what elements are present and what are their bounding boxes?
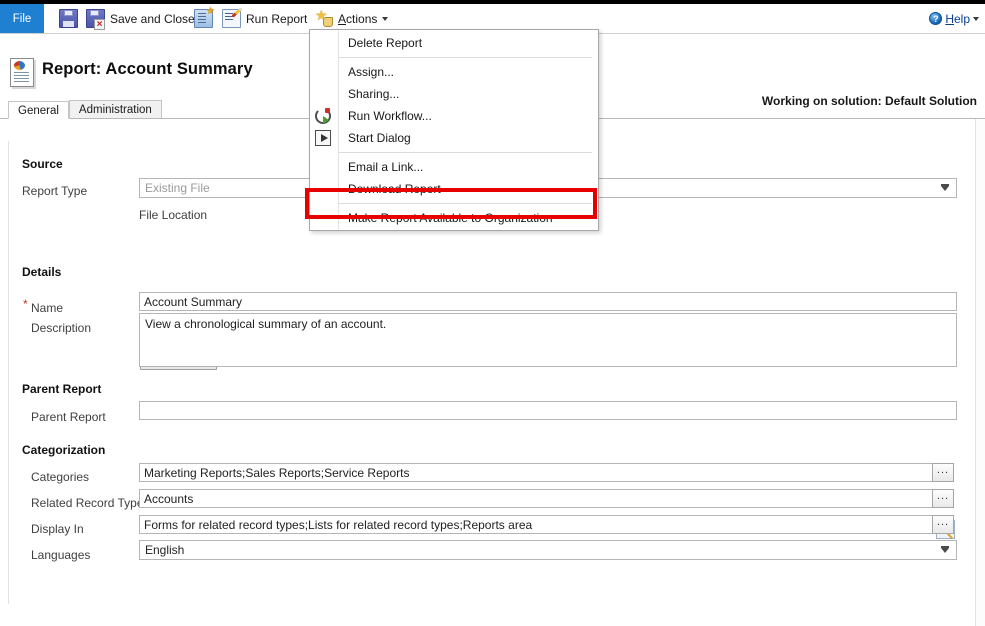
menu-item-delete-report[interactable]: Delete Report bbox=[310, 32, 598, 54]
menu-separator bbox=[338, 152, 592, 153]
actions-dropdown-menu[interactable]: Delete Report Assign... Sharing... Run W… bbox=[309, 29, 599, 231]
run-report-icon bbox=[222, 9, 241, 28]
section-header-source: Source bbox=[22, 157, 63, 171]
run-report-label: Run Report bbox=[246, 12, 307, 26]
section-header-details: Details bbox=[22, 265, 61, 279]
dialog-icon bbox=[315, 130, 331, 146]
name-label: Name bbox=[31, 301, 63, 315]
help-label: Help bbox=[945, 12, 970, 26]
actions-icon bbox=[316, 10, 333, 27]
name-input[interactable] bbox=[139, 292, 957, 311]
description-label: Description bbox=[31, 321, 91, 335]
save-and-close-icon bbox=[86, 9, 105, 28]
menu-item-label: Sharing... bbox=[348, 87, 399, 101]
menu-item-label: Make Report Available to Organization bbox=[348, 211, 553, 225]
section-header-parent-report: Parent Report bbox=[22, 382, 101, 396]
menu-item-assign[interactable]: Assign... bbox=[310, 61, 598, 83]
menu-item-label: Delete Report bbox=[348, 36, 422, 50]
report-type-dropdown-arrow-icon bbox=[941, 186, 949, 191]
report-icon bbox=[10, 58, 34, 87]
related-record-types-ellipsis-button[interactable]: ... bbox=[932, 489, 954, 508]
section-header-categorization: Categorization bbox=[22, 443, 105, 457]
page-title: Report: Account Summary bbox=[42, 60, 253, 79]
report-type-label: Report Type bbox=[22, 184, 87, 198]
save-and-close-button[interactable]: Save and Close bbox=[82, 4, 199, 33]
chevron-down-icon bbox=[382, 17, 388, 21]
vertical-scrollbar[interactable] bbox=[976, 119, 985, 626]
file-menu-tab[interactable]: File bbox=[0, 4, 44, 33]
menu-item-run-workflow[interactable]: Run Workflow... bbox=[310, 105, 598, 127]
languages-dropdown-arrow-icon bbox=[941, 548, 949, 553]
save-button[interactable] bbox=[55, 4, 82, 33]
categories-input[interactable] bbox=[139, 463, 933, 482]
display-in-label: Display In bbox=[31, 522, 84, 536]
menu-item-label: Email a Link... bbox=[348, 160, 423, 174]
help-chevron-down-icon bbox=[973, 17, 979, 21]
workflow-icon bbox=[315, 108, 331, 124]
form-left-divider bbox=[8, 141, 9, 604]
save-icon bbox=[59, 9, 78, 28]
report-type-value: Existing File bbox=[145, 181, 210, 195]
menu-item-start-dialog[interactable]: Start Dialog bbox=[310, 127, 598, 149]
parent-report-label: Parent Report bbox=[31, 410, 106, 424]
save-and-new-icon bbox=[194, 9, 213, 28]
report-lines-glyph bbox=[14, 72, 29, 73]
menu-item-make-report-available-to-organization[interactable]: Make Report Available to Organization bbox=[310, 207, 598, 229]
help-icon: ? bbox=[929, 12, 942, 25]
run-report-button[interactable]: Run Report bbox=[218, 4, 311, 33]
actions-label: Actions bbox=[338, 12, 377, 26]
parent-report-input[interactable] bbox=[139, 401, 957, 420]
description-textarea[interactable] bbox=[139, 313, 957, 367]
display-in-input[interactable] bbox=[139, 515, 933, 534]
menu-item-label: Download Report bbox=[348, 182, 441, 196]
languages-select[interactable]: English bbox=[139, 540, 957, 560]
categories-label: Categories bbox=[31, 470, 89, 484]
name-required-marker: * bbox=[23, 297, 28, 311]
menu-item-label: Start Dialog bbox=[348, 131, 411, 145]
menu-item-label: Assign... bbox=[348, 65, 394, 79]
related-record-types-input[interactable] bbox=[139, 489, 933, 508]
help-button[interactable]: ? Help bbox=[929, 4, 979, 33]
form-tabs: General Administration bbox=[8, 99, 162, 118]
menu-item-email-a-link[interactable]: Email a Link... bbox=[310, 156, 598, 178]
tab-administration[interactable]: Administration bbox=[69, 100, 162, 118]
tab-general[interactable]: General bbox=[8, 101, 69, 119]
solution-context-label: Working on solution: Default Solution bbox=[762, 94, 977, 108]
menu-item-download-report[interactable]: Download Report bbox=[310, 178, 598, 200]
menu-separator bbox=[338, 57, 592, 58]
display-in-ellipsis-button[interactable]: ... bbox=[932, 515, 954, 534]
menu-item-sharing[interactable]: Sharing... bbox=[310, 83, 598, 105]
related-record-types-label: Related Record Types bbox=[31, 496, 150, 510]
languages-value: English bbox=[145, 543, 184, 557]
languages-label: Languages bbox=[31, 548, 90, 562]
menu-item-label: Run Workflow... bbox=[348, 109, 432, 123]
save-and-close-label: Save and Close bbox=[110, 12, 195, 26]
save-and-new-button[interactable] bbox=[190, 4, 217, 33]
file-location-label: File Location bbox=[139, 208, 207, 222]
menu-separator bbox=[338, 203, 592, 204]
categories-ellipsis-button[interactable]: ... bbox=[932, 463, 954, 482]
search-icon-handle bbox=[947, 533, 953, 539]
report-pie-glyph bbox=[14, 61, 25, 70]
